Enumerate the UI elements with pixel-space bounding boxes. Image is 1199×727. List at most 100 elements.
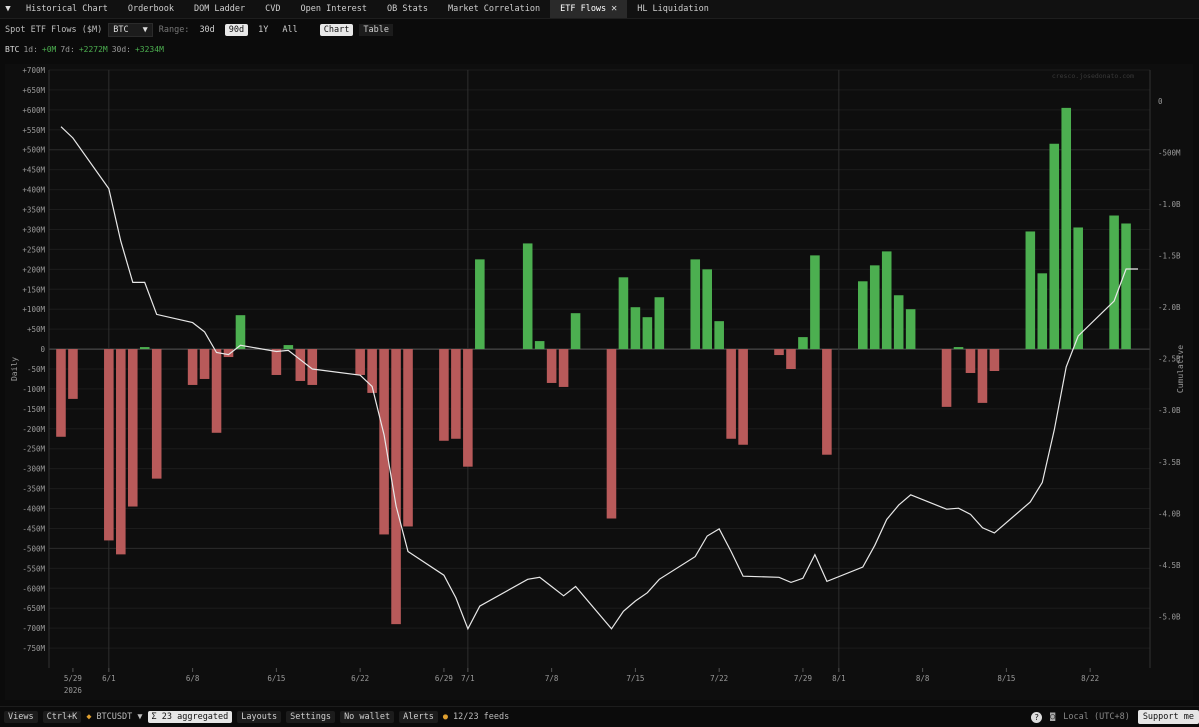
settings-button[interactable]: Settings [286,711,336,723]
y2-axis-title: Cumulative [1176,345,1185,393]
range-1y[interactable]: 1Y [254,24,272,36]
flow-bar [116,349,126,555]
range-label: Range: [158,25,190,35]
summary-7d-label: 7d: [60,45,75,54]
close-icon[interactable]: ✕ [611,0,617,18]
flow-bar [1061,107,1072,350]
tab-ob-stats[interactable]: OB Stats [377,0,438,18]
y2-tick-label: -3.0B [1158,406,1181,415]
flow-bar [618,277,629,350]
feeds-status[interactable]: 12/23 feeds [453,712,509,722]
flow-bar [810,255,820,350]
flow-bar [1049,143,1060,350]
y2-tick-label: -2.0B [1158,303,1181,312]
tab-dom-ladder[interactable]: DOM Ladder [184,0,255,18]
x-tick-label: 5/29 [64,674,82,683]
help-icon[interactable]: ? [1031,711,1043,723]
wallet-button[interactable]: No wallet [340,711,395,723]
asset-select[interactable]: BTC ▼ [108,23,153,37]
x-tick-label: 8/8 [916,674,930,683]
y-tick-label: -450M [22,524,45,533]
flow-bar [941,349,952,407]
x-tick-label: 8/22 [1081,674,1099,683]
y-tick-label: -300M [22,465,45,474]
flow-bar [451,349,461,439]
chart-svg[interactable]: +700M +650M +600M +550M +500M +450M +400M +350M… [5,64,1193,700]
tab-cvd[interactable]: CVD [255,0,290,18]
flow-bar [953,347,964,350]
y-tick-label: -400M [22,505,45,514]
y-tick-label: +50M [27,325,46,334]
aggregated-button[interactable]: Σ 23 aggregated [147,711,233,723]
tab-hl-liquidation[interactable]: HL Liquidation [627,0,719,18]
x-tick-label: 8/15 [997,674,1015,683]
flow-bar [786,349,796,369]
symbol-select[interactable]: BTCUSDT ▼ [96,712,142,722]
flow-bar [379,349,389,535]
y-tick-label: -500M [22,544,45,553]
tab-historical-chart[interactable]: Historical Chart [16,0,118,18]
watermark: cresco.josedonato.com [1052,72,1134,80]
summary-7d: +2272M [78,45,108,54]
summary-1d: +0M [41,45,57,54]
flow-bar [857,281,868,350]
y-tick-label: +550M [22,126,45,135]
flow-bar [977,349,988,403]
asset-value: BTC [113,25,129,35]
tab-open-interest[interactable]: Open Interest [291,0,378,18]
flow-bar [403,349,413,527]
flow-bar [965,349,976,373]
view-table[interactable]: Table [359,24,393,36]
summary-30d: +3234M [134,45,164,54]
binance-icon: ◆ [86,712,92,722]
flow-bar [68,349,78,399]
y-tick-label: +100M [22,305,45,314]
views-button[interactable]: Views [4,711,38,723]
etf-flows-chart[interactable]: +700M +650M +600M +550M +500M +450M +400M +350M… [5,64,1193,700]
y2-tick-label: -4.0B [1158,509,1181,518]
flow-bar [822,349,832,455]
range-90d[interactable]: 90d [224,24,249,36]
flow-bar [127,349,138,507]
flow-bar [642,317,653,350]
flow-bar [690,259,701,350]
alerts-button[interactable]: Alerts [399,711,438,723]
summary-30d-label: 30d: [111,45,131,54]
x-tick-label: 7/1 [461,674,475,683]
flow-bar [881,251,892,350]
flow-bar [187,349,198,385]
view-chart[interactable]: Chart [319,24,354,36]
tab-market-correlation[interactable]: Market Correlation [438,0,550,18]
summary-1d-label: 1d: [23,45,38,54]
flow-bar [702,269,712,350]
y2-tick-label: -1.0B [1158,200,1181,209]
flow-summary: BTC 1d: +0M 7d: +2272M 30d: +3234M [5,45,164,54]
tab-orderbook[interactable]: Orderbook [118,0,184,18]
camera-icon[interactable]: ◙ [1050,712,1055,722]
menu-icon[interactable]: ▼ [0,4,16,14]
x-tick-label: 6/8 [186,674,200,683]
range-30d[interactable]: 30d [195,24,218,36]
x-tick-label: 6/29 [435,674,453,683]
flow-bar [211,349,222,433]
flow-bar [654,297,665,350]
y2-tick-label: -4.5B [1158,561,1181,570]
bottom-bar: Views Ctrl+K ◆ BTCUSDT ▼ Σ 23 aggregated… [0,706,1199,727]
flow-bar [439,349,449,441]
y-tick-label: -50M [27,365,46,374]
flow-bar [893,295,904,350]
flow-bar [56,349,66,437]
x-tick-label: 6/15 [267,674,285,683]
x-tick-label: 7/8 [545,674,559,683]
flow-bar [534,341,545,350]
tab-label: Historical Chart [26,4,108,14]
timezone-label[interactable]: Local (UTC+8) [1063,712,1130,722]
x-tick-label: 7/29 [794,674,812,683]
support-button[interactable]: Support me [1137,710,1199,724]
layouts-button[interactable]: Layouts [237,711,282,723]
tab-etf-flows[interactable]: ETF Flows ✕ [550,0,628,18]
flow-bar [463,349,473,467]
controls-bar: Spot ETF Flows ($M) BTC ▼ Range: 30d 90d … [0,22,393,38]
range-all[interactable]: All [278,24,301,36]
command-shortcut[interactable]: Ctrl+K [42,711,82,723]
